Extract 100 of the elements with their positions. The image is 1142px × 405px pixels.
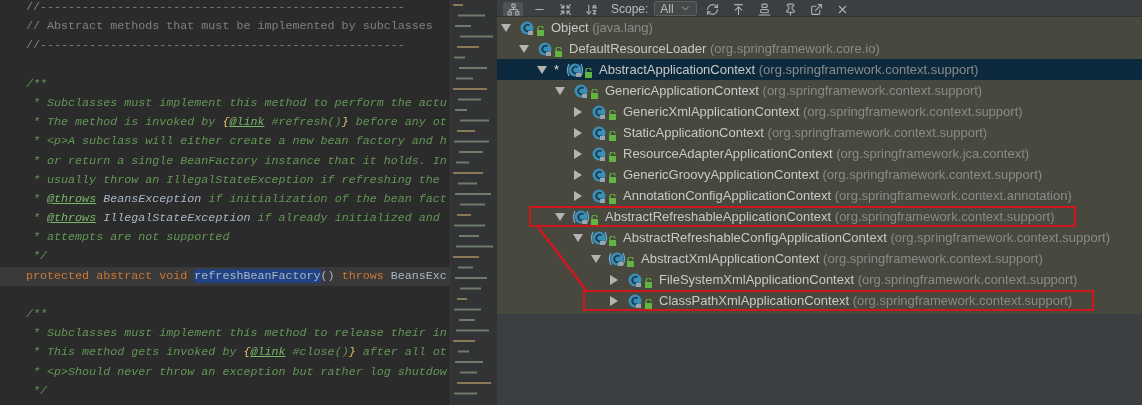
tree-row[interactable]: StaticApplicationContext (org.springframework.context.support) — [497, 122, 1142, 143]
lock-icon — [608, 151, 617, 162]
doc-comment: * Subclasses must implement this method to perform the actu — [32, 95, 447, 110]
doc-brace: { — [222, 115, 230, 130]
class-name: DefaultResourceLoader — [569, 40, 707, 56]
collapsed-arrow-icon[interactable] — [573, 190, 583, 201]
pin-icon — [784, 3, 798, 16]
class-name: AbstractRefreshableApplicationContext — [605, 208, 832, 224]
connector-line — [537, 227, 587, 290]
code-comment: //---------------------------------------------------- — [26, 38, 405, 53]
lock-icon — [536, 25, 545, 36]
tree-row[interactable]: AbstractRefreshableConfigApplicationContext (org.springframework.context.support) — [497, 227, 1142, 248]
lock-icon — [644, 277, 653, 288]
expanded-arrow-icon[interactable] — [573, 232, 583, 243]
marker: * — [554, 60, 560, 79]
class-icon — [626, 271, 644, 288]
lock-icon — [590, 214, 599, 225]
lock-icon — [608, 235, 617, 246]
class-name: GenericXmlApplicationContext — [623, 103, 800, 119]
class-name: Object — [551, 19, 589, 35]
collapsed-arrow-icon[interactable] — [573, 148, 583, 159]
doc-brace: } — [348, 345, 356, 360]
collapsed-arrow-icon[interactable] — [609, 274, 619, 285]
export-icon — [810, 3, 824, 16]
class-icon — [518, 19, 536, 36]
tree-row[interactable]: AnnotationConfigApplicationContext (org.springframework.context.annotation) — [497, 185, 1142, 206]
tree-row[interactable]: AbstractRefreshableApplicationContext (org.springframework.context.support) — [497, 206, 1142, 227]
collapsed-arrow-icon[interactable] — [573, 106, 583, 117]
package-name: (org.springframework.jca.context) — [836, 145, 1030, 161]
collapsed-arrow-icon[interactable] — [609, 295, 619, 306]
tree-row[interactable]: DefaultResourceLoader (org.springframework.core.io) — [497, 38, 1142, 59]
expanded-arrow-icon[interactable] — [555, 211, 565, 222]
class-name: ClassPathXmlApplicationContext — [659, 292, 850, 308]
doc-comment: * The method is invoked by — [32, 115, 217, 130]
lock-icon — [608, 172, 617, 183]
code-comment: //---------------------------------------------------- — [26, 0, 405, 14]
doc-comment: #refresh() — [270, 115, 342, 130]
doc-comment: before any ot — [354, 115, 447, 130]
doc-comment: * <p>Should never throw an exception but rather log shutdow — [32, 364, 447, 379]
doc-tag: @link — [229, 115, 265, 130]
doc-comment: * or return a single BeanFactory instance that it holds. In — [32, 153, 447, 168]
doc-comment: */ — [32, 249, 48, 264]
sort-icon — [584, 3, 598, 16]
lock-icon — [584, 67, 594, 78]
doc-comment: if already initialized and — [256, 211, 440, 226]
abstract-class-icon — [566, 61, 585, 78]
tree-row[interactable]: FileSystemXmlApplicationContext (org.springframework.context.support) — [497, 269, 1142, 290]
class-name: AbstractRefreshableConfigApplicationContext — [623, 229, 887, 245]
align-bottom-icon — [758, 3, 772, 16]
expanded-arrow-icon[interactable] — [591, 253, 601, 264]
package-name: (org.springframework.context.support) — [823, 250, 1043, 266]
expanded-arrow-icon[interactable] — [501, 22, 511, 33]
tree-row[interactable]: AbstractXmlApplicationContext (org.springframework.context.support) — [497, 248, 1142, 269]
package-name: (org.springframework.context.support) — [767, 124, 988, 140]
doc-comment: * attempts are not supported — [32, 230, 230, 245]
expanded-arrow-icon[interactable] — [519, 43, 529, 54]
lock-icon — [590, 88, 599, 99]
keyword: protected abstract void — [26, 268, 189, 283]
class-icon — [590, 145, 608, 162]
doc-comment: * This method gets invoked by — [32, 345, 238, 360]
tree-row[interactable]: GenericXmlApplicationContext (org.springframework.context.support) — [497, 101, 1142, 122]
doc-comment: * Subclasses must implement this method to release their in — [32, 326, 447, 341]
package-name: (org.springframework.context.annotation) — [834, 187, 1072, 203]
expanded-arrow-icon[interactable] — [555, 85, 565, 96]
arrow-up-icon — [732, 3, 746, 16]
doc-comment: #close() — [291, 345, 349, 360]
class-icon — [590, 103, 608, 120]
class-name: GenericApplicationContext — [605, 82, 759, 98]
doc-tag: @link — [250, 345, 286, 360]
doc-comment: after all ot — [361, 345, 447, 360]
tree-row[interactable]: ResourceAdapterApplicationContext (org.springframework.jca.context) — [497, 143, 1142, 164]
scope-label: Scope: — [611, 2, 649, 16]
code-comment: // Abstract methods that must be implemented by subclasses — [26, 19, 433, 34]
package-name: (org.springframework.context.support) — [834, 208, 1055, 224]
selected-identifier: refreshBeanFactory — [194, 268, 321, 283]
exception-type: IllegalStateException — [102, 211, 251, 226]
tree-row[interactable]: Object (java.lang) — [497, 17, 1142, 38]
class-icon — [626, 292, 644, 309]
doc-brace: } — [341, 115, 349, 130]
collapse-icon — [558, 3, 572, 16]
doc-comment: * — [32, 191, 42, 206]
doc-comment: */ — [32, 383, 48, 398]
hierarchy-button[interactable] — [503, 2, 523, 16]
scope-dropdown[interactable]: All — [654, 1, 697, 16]
class-icon — [590, 124, 608, 141]
doc-tag: @throws — [47, 211, 97, 226]
abstract-class-icon — [590, 229, 608, 246]
class-name: AbstractXmlApplicationContext — [641, 250, 820, 266]
tree-row[interactable]: * AbstractApplicationContext (org.springframework.context.support) — [497, 59, 1142, 80]
expanded-arrow-icon[interactable] — [537, 64, 547, 75]
collapsed-arrow-icon[interactable] — [573, 169, 583, 180]
code-text: () — [320, 268, 336, 283]
tree-row[interactable]: GenericApplicationContext (org.springframework.context.support) — [497, 80, 1142, 101]
collapsed-arrow-icon[interactable] — [573, 127, 583, 138]
abstract-class-icon — [572, 208, 590, 225]
lock-icon — [608, 193, 617, 204]
lock-icon — [554, 46, 563, 57]
tree-row[interactable]: ClassPathXmlApplicationContext (org.springframework.context.support) — [497, 290, 1142, 311]
tree-row[interactable]: GenericGroovyApplicationContext (org.springframework.context.support) — [497, 164, 1142, 185]
class-icon — [590, 187, 608, 204]
